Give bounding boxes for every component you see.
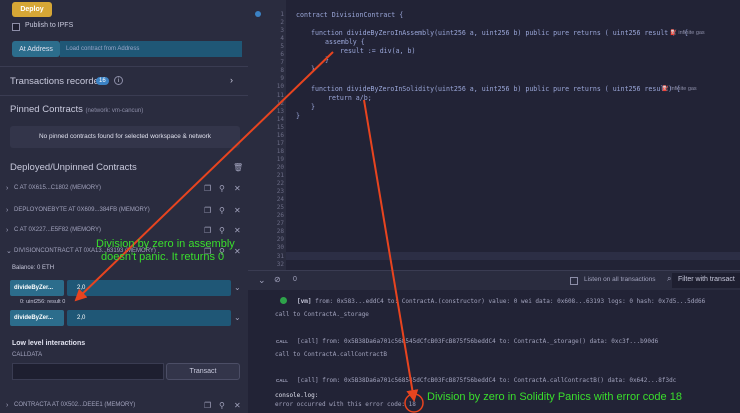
- annotation-text: Division by zero in assembly: [96, 238, 235, 250]
- annotation-text: doesn't panic. It returns 0: [101, 251, 225, 263]
- annotation-arrows: [74, 51, 424, 413]
- annotation-text: Division by zero in Solidity Panics with…: [427, 391, 682, 403]
- annotation-arrow: [363, 99, 419, 402]
